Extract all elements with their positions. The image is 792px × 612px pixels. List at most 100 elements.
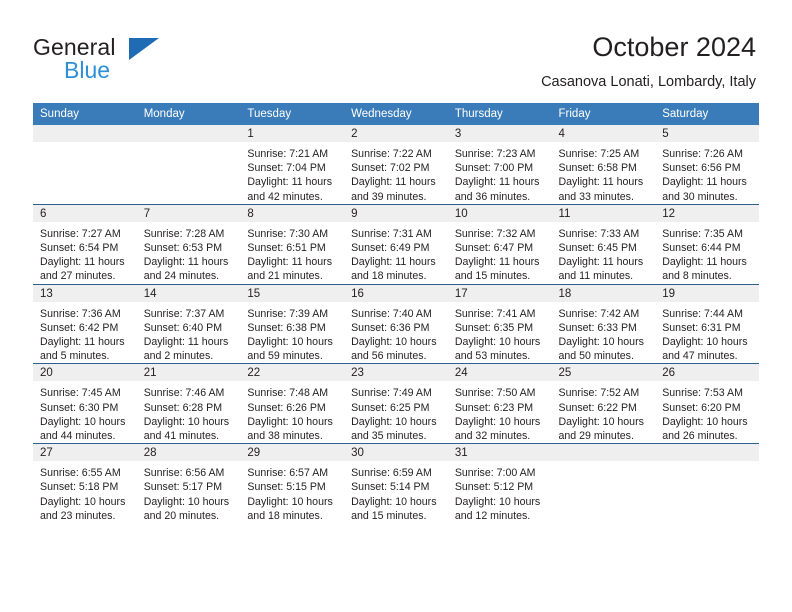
daylight-text-line2: and 42 minutes.	[247, 190, 323, 203]
calendar-day-cell[interactable]: 14 Sunrise: 7:37 AM Sunset: 6:40 PM Dayligh…	[136, 283, 241, 364]
sunrise-text: Sunrise: 6:55 AM	[40, 467, 121, 480]
sunrise-text: Sunrise: 7:23 AM	[454, 148, 536, 160]
calendar-day-cell[interactable]: 17 Sunrise: 7:41 AM Sunset: 6:35 PM Dayligh…	[447, 283, 552, 364]
sunset-text: Sunset: 6:44 PM	[662, 242, 741, 255]
calendar-day-cell[interactable]: 20 Sunrise: 7:45 AM Sunset: 6:30 PM Dayligh…	[33, 363, 137, 444]
page-title: October 2024	[592, 32, 756, 62]
calendar-day-cell-empty	[655, 443, 759, 524]
calendar-day-cell[interactable]: 31 Sunrise: 7:00 AM Sunset: 5:12 PM Dayligh…	[447, 443, 552, 524]
sunrise-text: Sunrise: 7:42 AM	[558, 307, 640, 320]
sunset-text: Sunset: 6:31 PM	[662, 321, 741, 334]
daylight-text-line2: and 18 minutes.	[247, 509, 323, 522]
daylight-text-line2: and 32 minutes.	[454, 430, 531, 443]
day-details: Sunrise: 7:35 AM Sunset: 6:44 PM Daylight:…	[655, 222, 759, 284]
general-blue-logo[interactable]: General Blue	[33, 34, 233, 86]
sunrise-text: Sunrise: 7:36 AM	[40, 307, 121, 320]
calendar-day-cell[interactable]: 2 Sunrise: 7:22 AM Sunset: 7:02 PM Daylight…	[344, 125, 448, 205]
daylight-text-line2: and 26 minutes.	[662, 430, 738, 443]
daylight-text-line2: and 15 minutes.	[454, 270, 531, 283]
daylight-text-line1: Daylight: 11 hours	[247, 256, 333, 269]
day-number	[33, 125, 137, 142]
calendar-day-cell[interactable]: 15 Sunrise: 7:39 AM Sunset: 6:38 PM Dayligh…	[240, 283, 345, 364]
calendar-day-cell[interactable]: 18 Sunrise: 7:42 AM Sunset: 6:33 PM Dayligh…	[551, 283, 656, 364]
daylight-text-line1: Daylight: 11 hours	[454, 176, 540, 189]
daylight-text-line1: Daylight: 11 hours	[40, 336, 125, 349]
calendar-day-cell[interactable]: 22 Sunrise: 7:48 AM Sunset: 6:26 PM Dayligh…	[240, 363, 345, 444]
title-block: October 2024 Casanova Lonati, Lombardy, …	[541, 31, 756, 92]
day-details: Sunrise: 7:52 AM Sunset: 6:22 PM Daylight:…	[552, 381, 656, 443]
calendar-day-cell[interactable]: 24 Sunrise: 7:50 AM Sunset: 6:23 PM Dayligh…	[447, 363, 552, 444]
sunrise-text: Sunrise: 7:40 AM	[351, 307, 432, 320]
calendar-day-cell[interactable]: 25 Sunrise: 7:52 AM Sunset: 6:22 PM Dayligh…	[551, 363, 656, 444]
sunrise-text: Sunrise: 7:49 AM	[351, 387, 432, 400]
day-number: 9	[344, 204, 448, 222]
calendar-day-cell-empty	[136, 125, 241, 205]
calendar-day-cell[interactable]: 19 Sunrise: 7:44 AM Sunset: 6:31 PM Dayligh…	[655, 283, 759, 364]
sunrise-text: Sunrise: 7:50 AM	[454, 387, 536, 400]
sunset-text: Sunset: 7:02 PM	[351, 162, 430, 175]
day-number: 3	[447, 125, 552, 142]
sunset-text: Sunset: 5:17 PM	[143, 481, 223, 494]
calendar-week-row: 1 Sunrise: 7:21 AM Sunset: 7:04 PM Daylight…	[33, 125, 759, 205]
sunrise-text: Sunrise: 7:53 AM	[662, 387, 743, 400]
calendar-day-cell[interactable]: 8 Sunrise: 7:30 AM Sunset: 6:51 PM Daylight…	[240, 203, 345, 285]
calendar-day-cell[interactable]: 1 Sunrise: 7:21 AM Sunset: 7:04 PM Daylight…	[240, 125, 345, 205]
sunset-text: Sunset: 6:38 PM	[247, 321, 326, 334]
daylight-text-line1: Daylight: 11 hours	[351, 176, 436, 189]
day-details: Sunrise: 7:45 AM Sunset: 6:30 PM Daylight:…	[33, 381, 137, 443]
calendar-day-cell[interactable]: 28 Sunrise: 6:56 AM Sunset: 5:17 PM Dayligh…	[136, 443, 241, 524]
calendar-day-cell[interactable]: 12 Sunrise: 7:35 AM Sunset: 6:44 PM Dayligh…	[655, 203, 759, 285]
sunset-text: Sunset: 6:40 PM	[143, 321, 223, 334]
day-number: 16	[344, 284, 448, 302]
sunset-text: Sunset: 6:22 PM	[558, 401, 637, 414]
calendar-day-cell[interactable]: 4 Sunrise: 7:25 AM Sunset: 6:58 PM Daylight…	[551, 125, 656, 205]
day-details: Sunrise: 7:28 AM Sunset: 6:53 PM Daylight:…	[137, 222, 241, 284]
daylight-text-line2: and 36 minutes.	[454, 190, 531, 203]
sunrise-text: Sunrise: 7:39 AM	[247, 307, 329, 320]
daylight-text-line1: Daylight: 10 hours	[662, 336, 748, 349]
calendar-day-cell[interactable]: 27 Sunrise: 6:55 AM Sunset: 5:18 PM Dayligh…	[33, 443, 137, 524]
calendar-day-cell[interactable]: 6 Sunrise: 7:27 AM Sunset: 6:54 PM Daylight…	[33, 203, 137, 285]
daylight-text-line2: and 15 minutes.	[351, 509, 427, 522]
day-number	[655, 444, 759, 462]
daylight-text-line1: Daylight: 11 hours	[143, 256, 229, 269]
sunrise-text: Sunrise: 6:57 AM	[247, 467, 329, 480]
day-number: 28	[136, 444, 241, 462]
calendar-day-cell[interactable]: 11 Sunrise: 7:33 AM Sunset: 6:45 PM Dayligh…	[551, 203, 656, 285]
daylight-text-line1: Daylight: 10 hours	[351, 336, 437, 349]
sunset-text: Sunset: 6:20 PM	[662, 401, 741, 414]
sunrise-text: Sunrise: 7:25 AM	[558, 148, 640, 160]
day-number: 26	[655, 364, 759, 382]
sunrise-text: Sunrise: 7:46 AM	[143, 387, 225, 400]
calendar-day-cell[interactable]: 23 Sunrise: 7:49 AM Sunset: 6:25 PM Dayligh…	[344, 363, 448, 444]
calendar-day-cell[interactable]: 16 Sunrise: 7:40 AM Sunset: 6:36 PM Dayligh…	[344, 283, 448, 364]
logo-triangle-icon	[129, 38, 159, 60]
daylight-text-line1: Daylight: 10 hours	[351, 415, 437, 428]
calendar-day-cell[interactable]: 13 Sunrise: 7:36 AM Sunset: 6:42 PM Dayligh…	[33, 283, 137, 364]
calendar-day-cell[interactable]: 30 Sunrise: 6:59 AM Sunset: 5:14 PM Dayligh…	[344, 443, 448, 524]
day-number: 19	[655, 284, 759, 302]
daylight-text-line1: Daylight: 10 hours	[454, 415, 541, 428]
calendar-day-cell[interactable]: 3 Sunrise: 7:23 AM Sunset: 7:00 PM Daylight…	[447, 125, 552, 205]
calendar-day-cell[interactable]: 5 Sunrise: 7:26 AM Sunset: 6:56 PM Daylight…	[655, 125, 759, 205]
day-details: Sunrise: 7:46 AM Sunset: 6:28 PM Daylight:…	[137, 381, 241, 443]
day-number: 24	[447, 364, 552, 382]
calendar-day-cell[interactable]: 7 Sunrise: 7:28 AM Sunset: 6:53 PM Daylight…	[136, 203, 241, 285]
daylight-text-line1: Daylight: 11 hours	[247, 176, 333, 189]
day-details: Sunrise: 7:23 AM Sunset: 7:00 PM Daylight:…	[448, 142, 552, 204]
calendar-day-cell[interactable]: 29 Sunrise: 6:57 AM Sunset: 5:15 PM Dayligh…	[240, 443, 345, 524]
daylight-text-line1: Daylight: 10 hours	[454, 336, 541, 349]
day-details: Sunrise: 7:53 AM Sunset: 6:20 PM Daylight:…	[655, 381, 759, 443]
day-details: Sunrise: 7:25 AM Sunset: 6:58 PM Daylight:…	[552, 142, 656, 204]
day-details: Sunrise: 6:55 AM Sunset: 5:18 PM Daylight:…	[33, 461, 137, 523]
calendar-day-cell[interactable]: 9 Sunrise: 7:31 AM Sunset: 6:49 PM Daylight…	[344, 203, 448, 285]
sunset-text: Sunset: 5:18 PM	[40, 481, 119, 494]
sunset-text: Sunset: 5:14 PM	[351, 481, 430, 494]
day-number	[551, 444, 656, 462]
day-details: Sunrise: 7:49 AM Sunset: 6:25 PM Daylight:…	[344, 381, 448, 443]
calendar-day-cell[interactable]: 26 Sunrise: 7:53 AM Sunset: 6:20 PM Dayligh…	[655, 363, 759, 444]
sunset-text: Sunset: 6:42 PM	[40, 321, 119, 334]
calendar-day-cell[interactable]: 10 Sunrise: 7:32 AM Sunset: 6:47 PM Dayligh…	[447, 203, 552, 285]
daylight-text-line1: Daylight: 11 hours	[143, 336, 229, 349]
calendar-day-cell[interactable]: 21 Sunrise: 7:46 AM Sunset: 6:28 PM Dayligh…	[136, 363, 241, 444]
